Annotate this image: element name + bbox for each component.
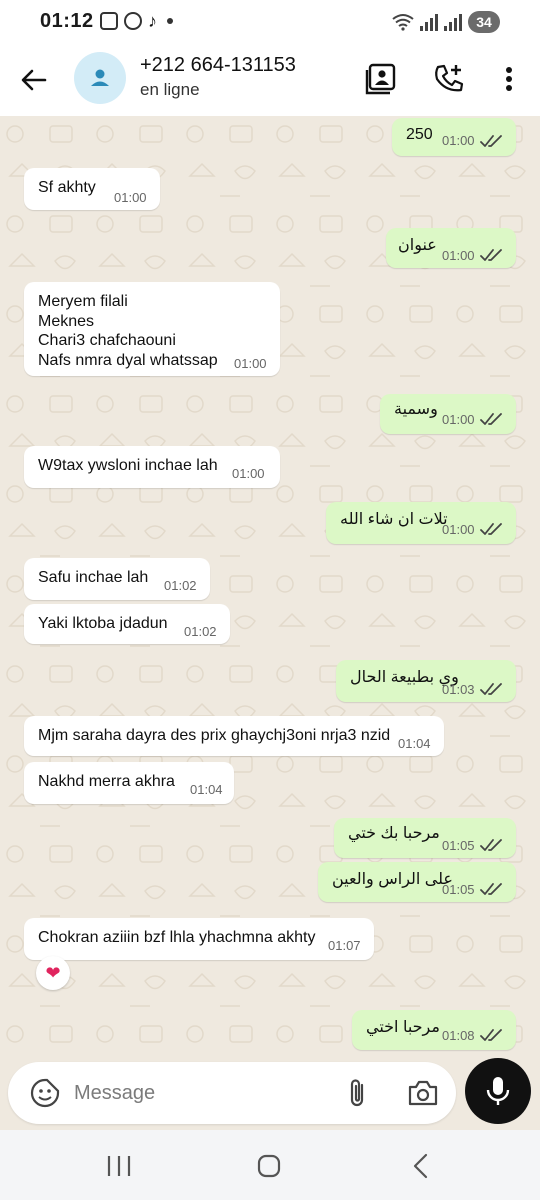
- status-bar: 01:12 ♪ 34: [0, 0, 540, 44]
- signal-icon: [420, 13, 438, 31]
- recent-apps-icon[interactable]: [104, 1152, 134, 1180]
- system-nav-bar: [0, 1130, 540, 1200]
- add-call-icon[interactable]: [432, 62, 466, 96]
- avatar[interactable]: [74, 52, 126, 104]
- status-icons-right: 34: [392, 11, 500, 33]
- message-time: 01:08: [442, 1028, 475, 1043]
- microphone-icon: [486, 1077, 510, 1105]
- message-text: عنوان: [398, 237, 437, 254]
- message-text: 250: [406, 126, 433, 143]
- message-text: Nakhd merra akhra: [38, 773, 175, 790]
- message-text: Chokran aziiin bzf lhla yhachmna akhty: [38, 929, 316, 946]
- message-input-field[interactable]: Message: [8, 1062, 456, 1124]
- message-time: 01:00: [114, 190, 147, 205]
- notification-dot-icon: [167, 18, 173, 24]
- message-text: مرحبا بك ختي: [348, 825, 440, 842]
- status-icons-left: ♪: [100, 12, 173, 30]
- read-ticks-icon: [480, 249, 502, 261]
- message-time: 01:03: [442, 682, 475, 697]
- message-time: 01:05: [442, 882, 475, 897]
- microphone-button[interactable]: [465, 1058, 531, 1124]
- message-bubble-incoming[interactable]: Safu inchae lah 01:02: [24, 558, 210, 600]
- read-ticks-icon: [480, 135, 502, 147]
- message-text: Meryem filali Meknes Chari3 chafchaouni …: [38, 293, 218, 369]
- more-vertical-icon[interactable]: [492, 62, 526, 96]
- read-ticks-icon: [480, 683, 502, 695]
- attachment-icon[interactable]: [342, 1076, 372, 1110]
- read-ticks-icon: [480, 413, 502, 425]
- message-time: 01:00: [442, 522, 475, 537]
- message-bubble-incoming[interactable]: W9tax ywsloni inchae lah 01:00: [24, 446, 280, 488]
- status-time: 01:12: [40, 10, 94, 32]
- sticker-icon[interactable]: [30, 1078, 60, 1108]
- message-time: 01:00: [442, 133, 475, 148]
- message-bubble-incoming[interactable]: Mjm saraha dayra des prix ghaychj3oni nr…: [24, 716, 444, 756]
- read-ticks-icon: [480, 1029, 502, 1041]
- screenshot-icon: [100, 12, 118, 30]
- message-time: 01:05: [442, 838, 475, 853]
- message-time: 01:00: [232, 466, 265, 481]
- message-text: W9tax ywsloni inchae lah: [38, 457, 218, 474]
- message-bubble-incoming[interactable]: Nakhd merra akhra 01:04: [24, 762, 234, 804]
- contact-status: en ligne: [140, 80, 200, 99]
- message-time: 01:02: [164, 578, 197, 593]
- read-ticks-icon: [480, 839, 502, 851]
- message-bubble-outgoing[interactable]: عنوان 01:00: [386, 228, 516, 268]
- contact-card-icon[interactable]: [364, 62, 398, 96]
- message-bubble-outgoing[interactable]: على الراس والعين 01:05: [318, 862, 516, 902]
- battery-icon: 34: [468, 11, 500, 33]
- message-time: 01:02: [184, 624, 217, 639]
- message-bubble-outgoing[interactable]: مرحبا اختي 01:08: [352, 1010, 516, 1050]
- contact-avatar-icon: [91, 69, 109, 86]
- chat-area[interactable]: 250 01:00 Sf akhty 01:00 عنوان 01:00 Mer…: [0, 116, 540, 1058]
- message-time: 01:07: [328, 938, 361, 953]
- message-time: 01:00: [442, 248, 475, 263]
- message-time: 01:00: [442, 412, 475, 427]
- contact-name[interactable]: +212 664-131153: [140, 54, 296, 77]
- message-text: Sf akhty: [38, 179, 96, 196]
- message-bubble-incoming[interactable]: Meryem filali Meknes Chari3 chafchaouni …: [24, 282, 280, 376]
- read-ticks-icon: [480, 883, 502, 895]
- message-time: 01:04: [398, 736, 431, 751]
- wifi-icon: [392, 14, 414, 31]
- message-bubble-outgoing[interactable]: وي بطبيعة الحال 01:03: [336, 660, 516, 702]
- message-bubble-outgoing[interactable]: وسمية 01:00: [380, 394, 516, 434]
- message-bubble-outgoing[interactable]: 250 01:00: [392, 118, 516, 156]
- message-text: Yaki lktoba jdadun: [38, 615, 168, 632]
- message-text: على الراس والعين: [332, 871, 453, 888]
- message-bubble-incoming[interactable]: Chokran aziiin bzf lhla yhachmna akhty 0…: [24, 918, 374, 960]
- camera-icon[interactable]: [406, 1076, 440, 1110]
- whatsapp-icon: [124, 12, 142, 30]
- message-time: 01:04: [190, 782, 223, 797]
- heart-reaction-icon[interactable]: ❤: [36, 956, 70, 990]
- back-icon[interactable]: [406, 1152, 436, 1180]
- message-text: Mjm saraha dayra des prix ghaychj3oni nr…: [38, 727, 391, 744]
- message-text: وسمية: [394, 401, 438, 418]
- message-text: Safu inchae lah: [38, 569, 149, 586]
- read-ticks-icon: [480, 523, 502, 535]
- signal-icon: [444, 13, 462, 31]
- message-input-placeholder: Message: [74, 1082, 156, 1104]
- message-bubble-incoming[interactable]: Yaki lktoba jdadun 01:02: [24, 604, 230, 644]
- tiktok-icon: ♪: [148, 11, 157, 31]
- message-text: تلات ان شاء الله: [340, 511, 448, 528]
- message-bubble-outgoing[interactable]: تلات ان شاء الله 01:00: [326, 502, 516, 544]
- message-text: مرحبا اختي: [366, 1019, 440, 1036]
- message-bubble-outgoing[interactable]: مرحبا بك ختي 01:05: [334, 818, 516, 858]
- message-bubble-incoming[interactable]: Sf akhty 01:00: [24, 168, 160, 210]
- chat-header: +212 664-131153 en ligne: [0, 44, 540, 116]
- home-icon[interactable]: [254, 1152, 284, 1180]
- back-arrow-icon[interactable]: [18, 64, 50, 96]
- message-time: 01:00: [234, 356, 267, 371]
